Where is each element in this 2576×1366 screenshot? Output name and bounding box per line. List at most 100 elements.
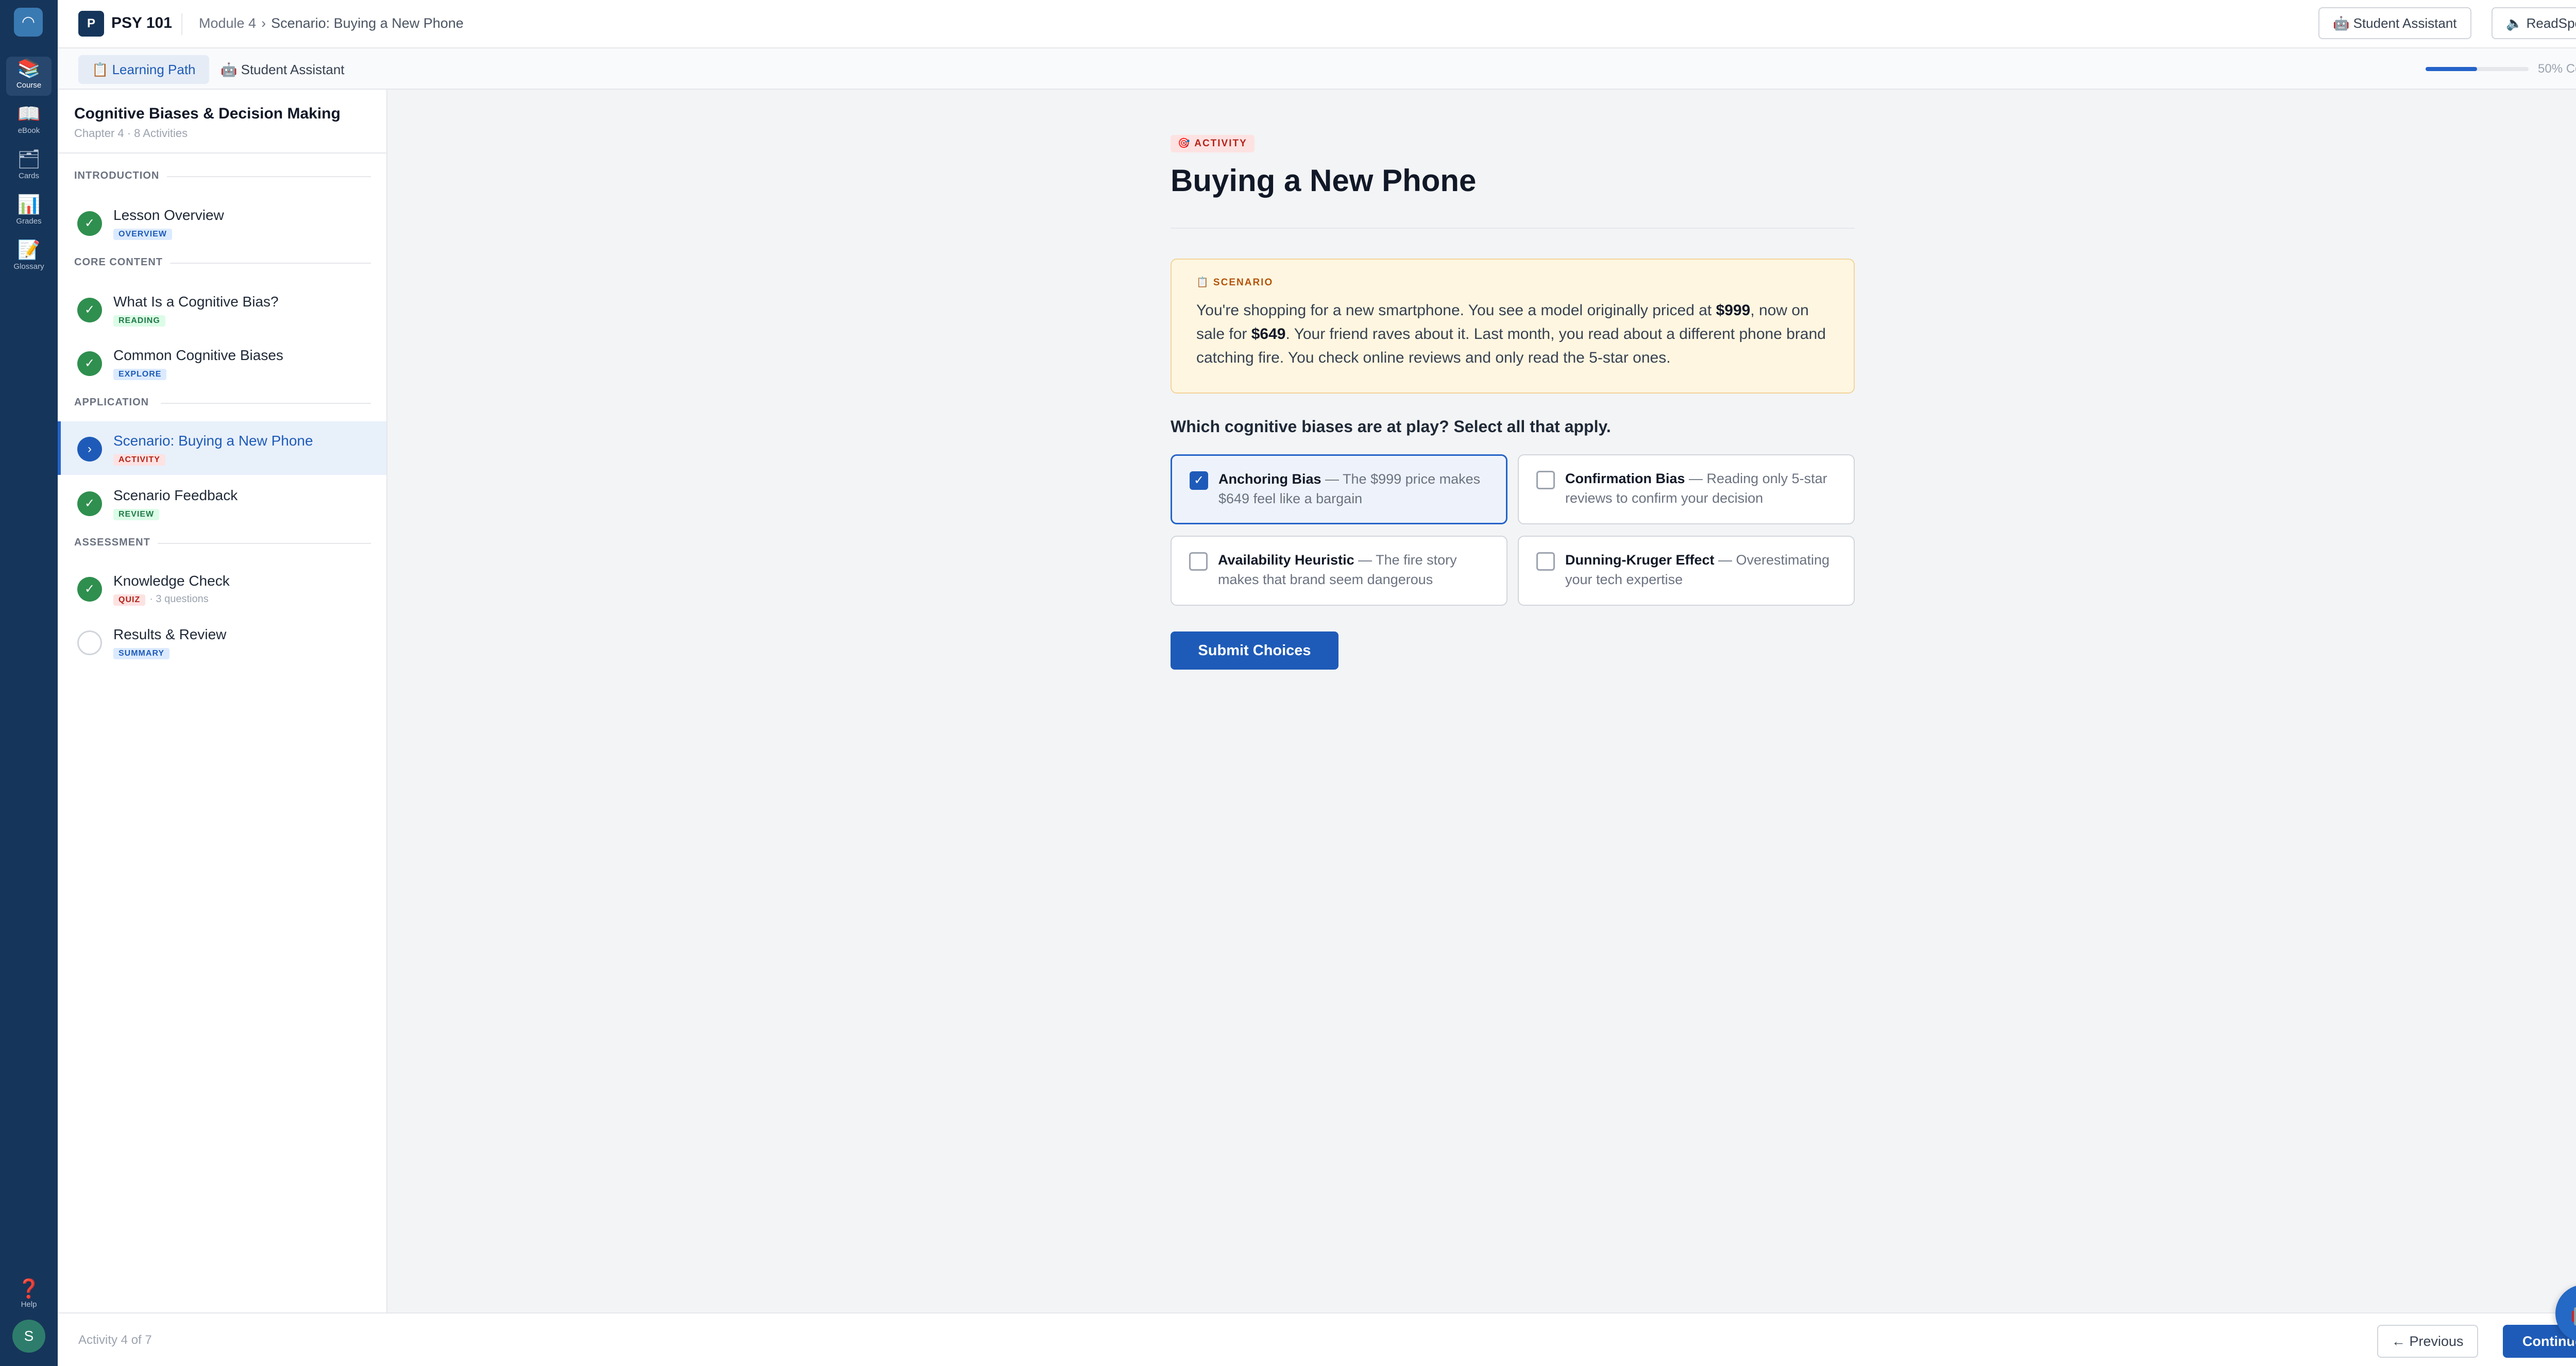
sidebar-item-label: Lesson Overview <box>113 207 224 223</box>
sidebar-item-results-review[interactable]: Results & Review SUMMARY <box>58 615 386 669</box>
scenario-card: 📋 SCENARIO You're shopping for a new sma… <box>1171 259 1855 394</box>
section-label-assessment: ASSESSMENT <box>74 537 150 548</box>
learning-path-sidebar: Cognitive Biases & Decision Making Chapt… <box>58 90 387 1312</box>
rail-item-course[interactable]: 📚 Course <box>6 57 52 96</box>
type-tag: QUIZ <box>113 594 146 606</box>
rail-item-label: Glossary <box>13 262 44 271</box>
scenario-label: 📋 SCENARIO <box>1196 277 1274 288</box>
sidebar-item-lesson-overview[interactable]: ✓ Lesson Overview OVERVIEW <box>58 196 386 249</box>
type-tag: EXPLORE <box>113 369 167 380</box>
progress-label: 50% Complete <box>2538 62 2576 76</box>
sidebar-item-label: What Is a Cognitive Bias? <box>113 294 279 310</box>
sidebar-item-meta: SUMMARY <box>113 647 174 659</box>
rail-item-label: Cards <box>18 172 39 180</box>
sidebar-item-scenario-feedback[interactable]: ✓ Scenario Feedback REVIEW <box>58 476 386 530</box>
sidebar-item-label: Scenario: Buying a New Phone <box>113 433 313 449</box>
sub-bar: 📋 Learning Path 🤖 Student Assistant 50% … <box>58 48 2576 90</box>
tab-learning-path[interactable]: 📋 Learning Path <box>78 55 209 84</box>
help-label: Help <box>21 1300 37 1309</box>
readspeaker-button[interactable]: 🔈 ReadSpeaker <box>2492 7 2576 39</box>
breadcrumb: Module 4 › Scenario: Buying a New Phone <box>199 15 464 31</box>
divider <box>167 176 371 177</box>
course-badge: P <box>78 11 104 37</box>
type-tag: ACTIVITY <box>113 454 165 466</box>
option-text: Anchoring Bias — The $999 price makes $6… <box>1218 471 1481 506</box>
sidebar-item-common-biases[interactable]: ✓ Common Cognitive Biases EXPLORE <box>58 336 386 389</box>
sidebar-item-scenario-phone[interactable]: › Scenario: Buying a New Phone ACTIVITY <box>58 421 386 475</box>
rail-item-ebook[interactable]: 📖 eBook <box>6 102 52 141</box>
chevron-right-icon: › <box>77 437 102 462</box>
sidebar-item-meta: EXPLORE <box>113 368 171 380</box>
rail-item-label: Course <box>16 81 42 90</box>
previous-button[interactable]: ← Previous <box>2377 1325 2478 1358</box>
sidebar-header: Cognitive Biases & Decision Making Chapt… <box>58 90 386 153</box>
app-logo-icon[interactable]: ◠ <box>14 8 43 37</box>
tab-student-assistant[interactable]: 🤖 Student Assistant <box>207 55 358 84</box>
chapter-title: Cognitive Biases & Decision Making <box>74 105 341 122</box>
sidebar-item-label: Results & Review <box>113 626 227 642</box>
rail-item-cards[interactable]: 🗂 Cards <box>6 147 52 186</box>
divider <box>161 403 371 404</box>
activity-counter: Activity 4 of 7 <box>78 1333 152 1347</box>
sidebar-item-meta: OVERVIEW <box>113 228 176 240</box>
option-text: Availability Heuristic — The fire story … <box>1218 552 1457 587</box>
check-icon: ✓ <box>77 351 102 376</box>
help-button[interactable]: ❓ Help <box>6 1277 52 1309</box>
course-name[interactable]: PSY 101 <box>111 14 172 32</box>
sidebar-item-meta: QUIZ · 3 questions <box>113 593 209 606</box>
type-tag: SUMMARY <box>113 648 170 659</box>
empty-circle-icon <box>77 630 102 655</box>
option-text: Dunning-Kruger Effect — Overestimating y… <box>1565 552 1830 587</box>
divider <box>1171 228 1855 229</box>
option-availability-heuristic[interactable]: Availability Heuristic — The fire story … <box>1171 536 1507 606</box>
type-tag: READING <box>113 315 165 327</box>
check-icon: ✓ <box>77 491 102 516</box>
scenario-text: You're shopping for a new smartphone. Yo… <box>1196 302 1826 366</box>
check-icon: ✓ <box>77 298 102 322</box>
sidebar-item-label: Knowledge Check <box>113 573 230 589</box>
activity-badge: 🎯 ACTIVITY <box>1171 135 1255 152</box>
cards-icon: 🗂 <box>17 148 41 169</box>
student-assistant-button[interactable]: 🤖 Student Assistant <box>2318 7 2471 39</box>
option-text: Confirmation Bias — Reading only 5-star … <box>1565 471 1827 506</box>
sidebar-item-knowledge-check[interactable]: ✓ Knowledge Check QUIZ · 3 questions <box>58 561 386 615</box>
footer-bar: Activity 4 of 7 ← Previous Continue → <box>58 1312 2576 1366</box>
rail-item-label: Grades <box>16 217 42 226</box>
rail-item-glossary[interactable]: 📝 Glossary <box>6 238 52 277</box>
book-icon: 📖 <box>17 103 41 124</box>
check-icon: ✓ <box>77 577 102 602</box>
top-bar: P PSY 101 Module 4 › Scenario: Buying a Ne… <box>58 0 2576 48</box>
question-icon: ❓ <box>17 1278 41 1299</box>
section-label-application: APPLICATION <box>74 397 149 408</box>
checkbox-icon[interactable] <box>1536 471 1555 489</box>
divider <box>181 13 182 35</box>
sidebar-item-meta: READING <box>113 314 170 327</box>
progress-bar <box>2426 67 2529 71</box>
divider <box>170 263 371 264</box>
books-icon: 📚 <box>17 58 41 79</box>
sidebar-item-meta: REVIEW <box>113 508 163 520</box>
sidebar-item-what-is-bias[interactable]: ✓ What Is a Cognitive Bias? READING <box>58 282 386 336</box>
breadcrumb-current: Scenario: Buying a New Phone <box>271 15 464 31</box>
sidebar-item-label: Scenario Feedback <box>113 487 238 503</box>
progress-bar-fill <box>2426 67 2477 71</box>
submit-choices-button[interactable]: Submit Choices <box>1171 631 1338 670</box>
app-rail: ◠ 📚 Course 📖 eBook 🗂 Cards 📊 Grades 📝 Gl… <box>0 0 58 1366</box>
option-anchoring-bias[interactable]: ✓ Anchoring Bias — The $999 price makes … <box>1171 454 1507 524</box>
sidebar-item-meta: ACTIVITY <box>113 453 170 466</box>
breadcrumb-module[interactable]: Module 4 <box>199 15 256 31</box>
bar-chart-icon: 📊 <box>17 194 41 215</box>
question-prompt: Which cognitive biases are at play? Sele… <box>1171 417 1611 436</box>
sidebar-item-label: Common Cognitive Biases <box>113 347 283 363</box>
divider <box>158 543 371 544</box>
checkbox-icon[interactable] <box>1536 552 1555 571</box>
chapter-subtitle: Chapter 4 · 8 Activities <box>74 127 188 140</box>
avatar[interactable]: S <box>12 1320 45 1353</box>
rail-item-grades[interactable]: 📊 Grades <box>6 193 52 232</box>
section-label-introduction: INTRODUCTION <box>74 170 160 181</box>
checkbox-icon[interactable] <box>1189 552 1208 571</box>
checkbox-checked-icon[interactable]: ✓ <box>1190 471 1208 490</box>
option-dunning-kruger[interactable]: Dunning-Kruger Effect — Overestimating y… <box>1518 536 1855 606</box>
option-confirmation-bias[interactable]: Confirmation Bias — Reading only 5-star … <box>1518 454 1855 524</box>
notepad-icon: 📝 <box>17 239 41 260</box>
